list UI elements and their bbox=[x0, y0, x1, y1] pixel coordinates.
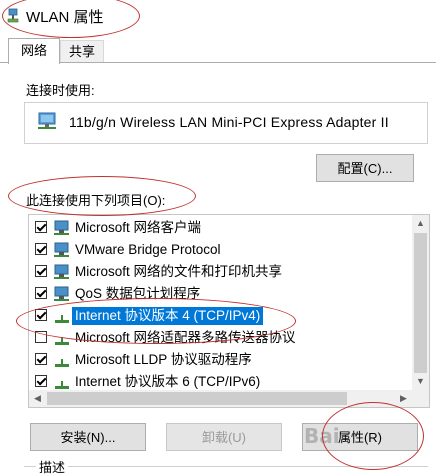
list-item[interactable]: QoS 数据包计划程序 bbox=[29, 283, 412, 305]
network-service-icon bbox=[54, 264, 69, 279]
list-item[interactable]: Microsoft LLDP 协议驱动程序 bbox=[29, 349, 412, 371]
network-adapter-icon bbox=[38, 112, 56, 129]
network-service-icon bbox=[54, 286, 69, 301]
item-label: Microsoft 网络客户端 bbox=[75, 220, 202, 235]
title-bar: WLAN 属性 bbox=[0, 0, 436, 34]
description-label: 描述 bbox=[36, 457, 69, 476]
list-item[interactable]: Microsoft 网络客户端 bbox=[29, 217, 412, 239]
item-checkbox[interactable] bbox=[35, 243, 47, 255]
protocol-icon bbox=[55, 381, 69, 389]
configure-button[interactable]: 配置(C)... bbox=[316, 154, 414, 182]
item-label: Microsoft 网络的文件和打印机共享 bbox=[75, 264, 283, 279]
horizontal-scrollbar[interactable]: ◀ ▶ bbox=[29, 390, 429, 407]
vertical-scrollbar[interactable]: ▲ ▼ bbox=[412, 215, 429, 390]
item-checkbox[interactable] bbox=[35, 353, 47, 365]
items-listbox[interactable]: Microsoft 网络客户端 VMware Bridge Protocol M… bbox=[28, 214, 430, 408]
tab-sharing[interactable]: 共享 bbox=[60, 40, 104, 63]
item-label: Microsoft 网络适配器多路传送器协议 bbox=[75, 330, 296, 345]
connect-using-label: 连接时使用: bbox=[26, 83, 95, 98]
tab-strip: 网络 共享 bbox=[0, 34, 436, 64]
item-label: Microsoft LLDP 协议驱动程序 bbox=[75, 352, 252, 367]
watermark: Bai bbox=[304, 424, 340, 448]
install-button[interactable]: 安装(N)... bbox=[30, 423, 146, 451]
network-adapter-icon bbox=[7, 8, 19, 23]
protocol-icon bbox=[55, 337, 69, 345]
adapter-box: 11b/g/n Wireless LAN Mini-PCI Express Ad… bbox=[24, 102, 428, 144]
uninstall-button[interactable]: 卸载(U) bbox=[166, 423, 282, 451]
list-item[interactable]: Microsoft 网络的文件和打印机共享 bbox=[29, 261, 412, 283]
protocol-icon bbox=[55, 359, 69, 367]
item-checkbox[interactable] bbox=[35, 265, 47, 277]
network-service-icon bbox=[54, 242, 69, 257]
item-checkbox[interactable] bbox=[35, 287, 47, 299]
adapter-name: 11b/g/n Wireless LAN Mini-PCI Express Ad… bbox=[69, 114, 389, 130]
list-item[interactable]: Microsoft 网络适配器多路传送器协议 bbox=[29, 327, 412, 349]
scroll-up-icon[interactable]: ▲ bbox=[412, 215, 429, 232]
tab-network[interactable]: 网络 bbox=[8, 38, 60, 64]
item-label: Internet 协议版本 6 (TCP/IPv6) bbox=[75, 374, 261, 389]
description-group-border bbox=[24, 466, 428, 467]
scroll-right-icon[interactable]: ▶ bbox=[395, 390, 412, 407]
tab-divider bbox=[0, 62, 436, 63]
network-client-icon bbox=[54, 220, 69, 235]
scroll-left-icon[interactable]: ◀ bbox=[29, 390, 46, 407]
window-title: WLAN 属性 bbox=[26, 9, 104, 26]
item-label: Internet 协议版本 4 (TCP/IPv4) bbox=[72, 307, 264, 325]
scroll-thumb[interactable] bbox=[47, 392, 347, 405]
item-label: QoS 数据包计划程序 bbox=[75, 286, 201, 301]
item-checkbox[interactable] bbox=[35, 331, 47, 343]
item-checkbox[interactable] bbox=[35, 309, 47, 321]
list-item[interactable]: VMware Bridge Protocol bbox=[29, 239, 412, 261]
protocol-icon bbox=[55, 315, 69, 323]
scroll-down-icon[interactable]: ▼ bbox=[412, 373, 429, 390]
item-label: VMware Bridge Protocol bbox=[75, 242, 221, 257]
items-list-label: 此连接使用下列项目(O): bbox=[26, 193, 166, 208]
item-checkbox[interactable] bbox=[35, 221, 47, 233]
item-checkbox[interactable] bbox=[35, 375, 47, 387]
list-item-selected[interactable]: Internet 协议版本 4 (TCP/IPv4) bbox=[29, 305, 412, 327]
scroll-thumb[interactable] bbox=[414, 233, 427, 373]
